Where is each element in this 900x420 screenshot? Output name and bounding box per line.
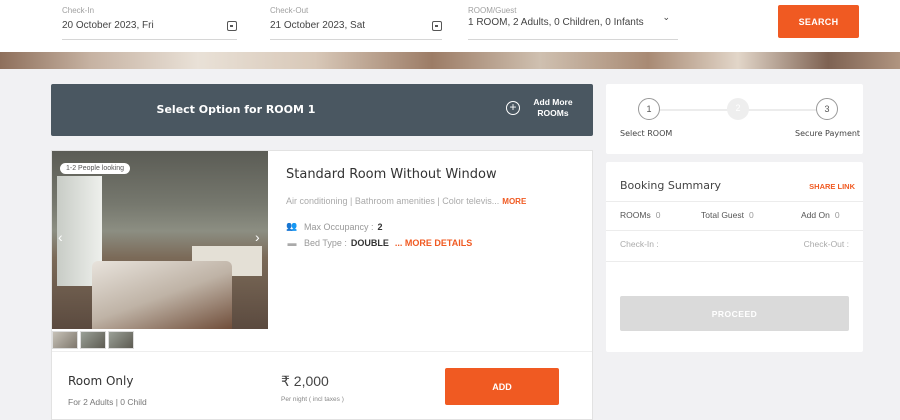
photo-thumbnails <box>52 331 136 349</box>
checkin-label: Check-In <box>62 6 95 15</box>
summary-checkout: Check-Out : <box>803 239 849 249</box>
calendar-icon[interactable] <box>227 21 237 31</box>
select-option-title: Select Option for ROOM 1 <box>156 103 316 116</box>
occupancy-label: Max Occupancy : <box>304 221 374 232</box>
search-button[interactable]: SEARCH <box>778 5 859 38</box>
amenities-list: Air conditioning | Bathroom amenities | … <box>286 196 526 206</box>
checkout-field[interactable]: Check-Out 21 October 2023, Sat <box>270 6 442 40</box>
thumbnail[interactable] <box>80 331 106 349</box>
step-1-indicator: 1 <box>638 98 660 120</box>
add-more-rooms-button[interactable]: + Add More ROOMs <box>506 97 578 119</box>
summary-checkin: Check-In : <box>620 239 659 249</box>
guest-label: Total Guest <box>701 210 744 220</box>
chevron-left-icon[interactable]: ‹ <box>58 229 63 245</box>
chevron-down-icon[interactable]: ⌄ <box>662 12 670 23</box>
more-details-link[interactable]: ... MORE DETAILS <box>395 238 472 248</box>
plan-name: Room Only <box>68 374 134 388</box>
hero-banner-image <box>0 52 900 69</box>
guest-value: 0 <box>749 210 754 220</box>
amenities-more-link[interactable]: MORE <box>502 197 526 206</box>
checkout-label: Check-Out <box>270 6 309 15</box>
room-photo[interactable]: 1-2 People looking ‹ › <box>52 151 268 329</box>
booking-steps: 1 2 3 Select ROOM Secure Payment <box>606 84 863 154</box>
occupancy-value: 2 <box>377 221 383 232</box>
checkout-value: 21 October 2023, Sat <box>270 20 366 31</box>
people-icon: 👥 <box>286 221 298 231</box>
amenities-text: Air conditioning | Bathroom amenities | … <box>286 196 500 206</box>
divider <box>606 230 863 231</box>
people-looking-badge: 1-2 People looking <box>60 163 130 174</box>
add-on: Add On 0 <box>801 210 840 220</box>
step-2-indicator: 2 <box>727 98 749 120</box>
step-3-indicator: 3 <box>816 98 838 120</box>
max-occupancy: 👥 Max Occupancy : 2 <box>286 221 383 232</box>
add-room-button[interactable]: ADD <box>445 368 559 405</box>
addon-value: 0 <box>834 210 840 220</box>
guest-value: 1 ROOM, 2 Adults, 0 Children, 0 Infants <box>468 17 644 28</box>
divider <box>606 201 863 202</box>
calendar-icon[interactable] <box>432 21 442 31</box>
plus-circle-icon: + <box>506 101 520 115</box>
total-guest: Total Guest 0 <box>701 210 754 220</box>
room-name: Standard Room Without Window <box>286 167 497 182</box>
checkin-field[interactable]: Check-In 20 October 2023, Fri <box>62 6 237 40</box>
photo-bed <box>92 261 232 329</box>
plan-price: ₹ 2,000 <box>281 373 329 389</box>
booking-summary-title: Booking Summary <box>620 179 722 192</box>
bed-icon: ▬ <box>287 238 297 248</box>
addon-label: Add On <box>801 210 830 220</box>
proceed-button[interactable]: PROCEED <box>620 296 849 331</box>
room-card: 1-2 People looking ‹ › Standard Room Wit… <box>51 150 593 420</box>
add-more-rooms-label: Add More ROOMs <box>533 97 573 118</box>
select-option-bar: Select Option for ROOM 1 + Add More ROOM… <box>51 84 593 136</box>
bed-type: ▬ Bed Type : DOUBLE ... MORE DETAILS <box>286 238 473 248</box>
checkin-value: 20 October 2023, Fri <box>62 20 154 31</box>
bed-value: DOUBLE <box>350 238 389 248</box>
search-bar: Check-In 20 October 2023, Fri Check-Out … <box>0 0 900 52</box>
guest-label: ROOM/Guest <box>468 6 517 15</box>
share-link[interactable]: SHARE LINK <box>809 182 855 191</box>
divider <box>606 261 863 262</box>
step-1-label: Select ROOM <box>620 129 673 138</box>
thumbnail[interactable] <box>52 331 78 349</box>
divider <box>52 351 592 352</box>
price-note: Per night ( incl taxes ) <box>281 396 344 403</box>
booking-summary: Booking Summary SHARE LINK ROOMs 0 Total … <box>606 162 863 352</box>
plan-occupancy: For 2 Adults | 0 Child <box>68 397 147 407</box>
bed-label: Bed Type : <box>304 238 347 248</box>
rooms-label: ROOMs <box>620 210 651 220</box>
rooms-count: ROOMs 0 <box>620 210 660 220</box>
guest-field[interactable]: ROOM/Guest 1 ROOM, 2 Adults, 0 Children,… <box>468 6 678 40</box>
thumbnail[interactable] <box>108 331 134 349</box>
step-3-label: Secure Payment <box>795 129 861 138</box>
chevron-right-icon[interactable]: › <box>255 229 260 245</box>
rooms-value: 0 <box>655 210 661 220</box>
